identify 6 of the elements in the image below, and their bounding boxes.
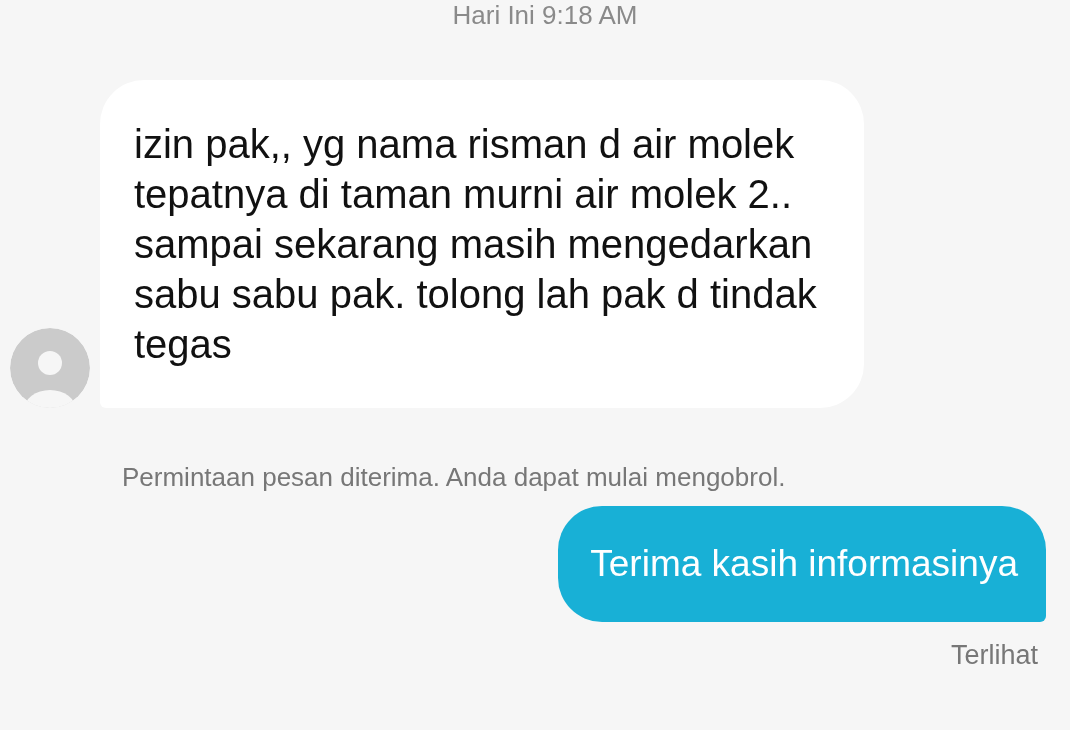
avatar-icon — [10, 328, 90, 408]
message-text: Terima kasih informasinya — [590, 543, 1018, 584]
message-text: izin pak,, yg nama risman d air molek tepatnya di taman murni air molek 2.. sampai sekarang masih mengedarkan sabu sabu pak. tolong lah pak d tindak tegas — [134, 122, 817, 366]
timestamp: Hari Ini 9:18 AM — [452, 0, 638, 30]
seen-status: Terlihat — [950, 640, 1038, 671]
system-notice: Permintaan pesan diterima. Anda dapat mulai mengobrol. — [121, 461, 787, 494]
